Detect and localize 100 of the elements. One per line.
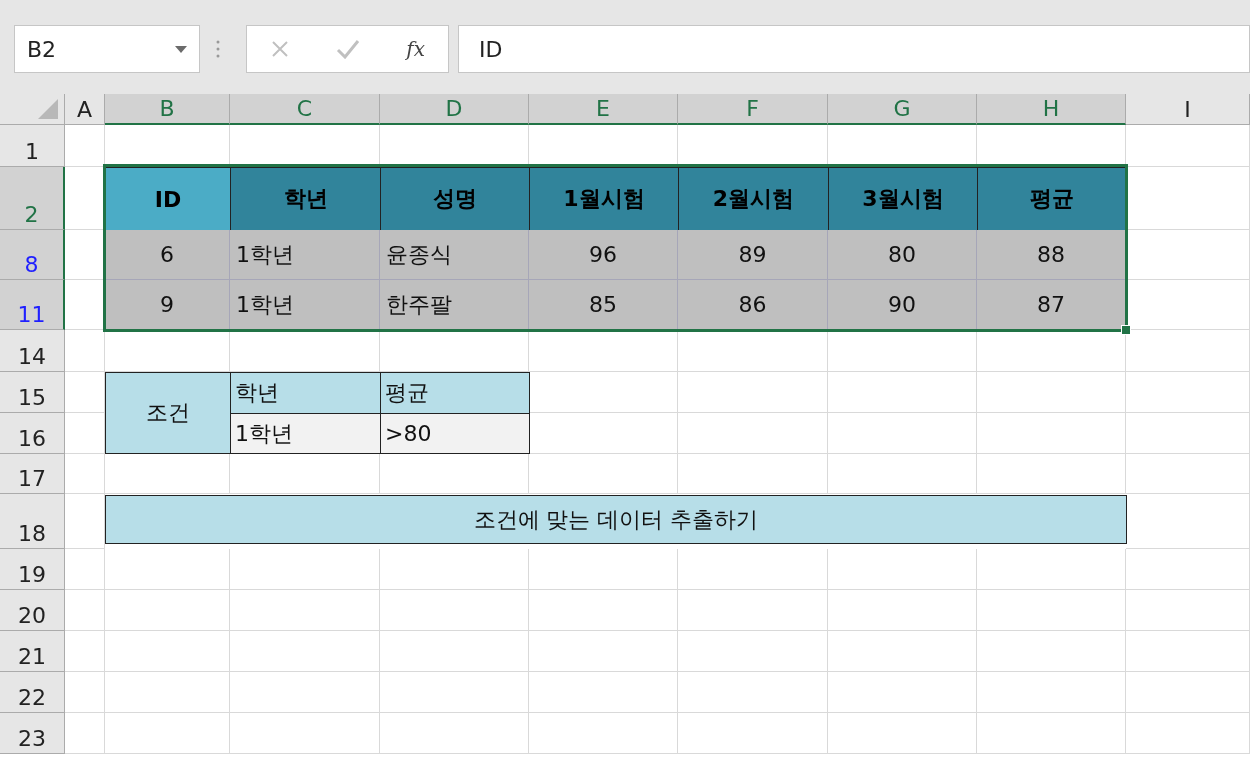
empty-cell[interactable] <box>977 590 1126 631</box>
empty-cell[interactable] <box>380 590 529 631</box>
grip-icon <box>216 40 220 58</box>
row-header[interactable]: 1 <box>0 125 65 167</box>
extract-button[interactable]: 조건에 맞는 데이터 추출하기 <box>105 495 1127 544</box>
empty-cell[interactable] <box>380 672 529 713</box>
empty-cell[interactable] <box>678 549 828 590</box>
empty-cell[interactable] <box>65 549 105 590</box>
select-all-icon[interactable] <box>38 99 58 119</box>
row-header[interactable]: 14 <box>0 330 65 372</box>
row-header[interactable]: 21 <box>0 631 65 672</box>
empty-cell[interactable] <box>529 631 678 672</box>
empty-cell[interactable] <box>977 372 1126 413</box>
formula-field[interactable]: ID <box>458 25 1250 73</box>
insert-function-button[interactable]: fx <box>406 37 425 61</box>
row-header[interactable]: 20 <box>0 590 65 631</box>
empty-cell[interactable] <box>828 330 977 372</box>
empty-cell[interactable] <box>1126 125 1250 167</box>
empty-cell[interactable] <box>828 672 977 713</box>
empty-cell[interactable] <box>230 549 380 590</box>
table-cell: 6 <box>105 230 230 280</box>
empty-cell[interactable] <box>105 672 230 713</box>
empty-cell[interactable] <box>380 631 529 672</box>
empty-cell[interactable] <box>1126 590 1250 631</box>
empty-cell[interactable] <box>828 631 977 672</box>
empty-cell[interactable] <box>678 590 828 631</box>
empty-cell[interactable] <box>828 454 977 494</box>
empty-cell[interactable] <box>380 713 529 754</box>
empty-cell[interactable] <box>828 590 977 631</box>
empty-cell[interactable] <box>678 631 828 672</box>
empty-cell[interactable] <box>105 549 230 590</box>
column-header[interactable]: D <box>380 94 529 125</box>
empty-cell[interactable] <box>1126 549 1250 590</box>
empty-cell[interactable] <box>230 713 380 754</box>
empty-cell[interactable] <box>1126 713 1250 754</box>
row-header[interactable]: 2 <box>0 167 65 230</box>
empty-cell[interactable] <box>529 590 678 631</box>
empty-cell[interactable] <box>65 590 105 631</box>
empty-cell[interactable] <box>977 713 1126 754</box>
empty-cell[interactable] <box>65 631 105 672</box>
column-header[interactable]: E <box>529 94 678 125</box>
empty-cell[interactable] <box>105 631 230 672</box>
empty-cell[interactable] <box>977 672 1126 713</box>
empty-cell[interactable] <box>529 454 678 494</box>
row-header[interactable]: 11 <box>0 280 65 330</box>
row-header[interactable]: 17 <box>0 454 65 494</box>
check-icon[interactable] <box>336 39 361 59</box>
empty-cell[interactable] <box>230 672 380 713</box>
empty-cell[interactable] <box>529 330 678 372</box>
empty-cell[interactable] <box>230 590 380 631</box>
empty-cell[interactable] <box>1126 631 1250 672</box>
empty-cell[interactable] <box>105 713 230 754</box>
empty-cell[interactable] <box>678 372 828 413</box>
column-header[interactable]: B <box>105 94 230 125</box>
empty-cell[interactable] <box>65 330 105 372</box>
empty-cell[interactable] <box>230 631 380 672</box>
empty-cell[interactable] <box>828 413 977 454</box>
empty-cell[interactable] <box>380 549 529 590</box>
empty-cell[interactable] <box>105 590 230 631</box>
row-header[interactable]: 19 <box>0 549 65 590</box>
cancel-icon[interactable] <box>270 39 291 59</box>
empty-cell[interactable] <box>828 713 977 754</box>
empty-cell[interactable] <box>678 330 828 372</box>
empty-cell[interactable] <box>678 672 828 713</box>
empty-cell[interactable] <box>1126 672 1250 713</box>
empty-cell[interactable] <box>65 713 105 754</box>
criteria-label: 조건 <box>105 372 231 454</box>
column-header[interactable]: F <box>678 94 828 125</box>
column-header[interactable]: G <box>828 94 977 125</box>
caret-icon <box>175 45 187 53</box>
header-cell: ID <box>105 167 231 231</box>
empty-cell[interactable] <box>1126 454 1250 494</box>
empty-cell[interactable] <box>65 672 105 713</box>
empty-cell[interactable] <box>977 631 1126 672</box>
empty-cell[interactable] <box>678 454 828 494</box>
row-header[interactable]: 22 <box>0 672 65 713</box>
row-header[interactable]: 23 <box>0 713 65 754</box>
name-box[interactable]: B2 <box>14 25 200 73</box>
empty-cell[interactable] <box>828 372 977 413</box>
empty-cell[interactable] <box>828 549 977 590</box>
empty-cell[interactable] <box>1126 413 1250 454</box>
empty-cell[interactable] <box>977 413 1126 454</box>
empty-cell[interactable] <box>529 672 678 713</box>
row-header[interactable]: 8 <box>0 230 65 280</box>
column-header[interactable]: H <box>977 94 1126 125</box>
criteria-header-cell: 평균 <box>380 372 530 414</box>
row-header[interactable]: 18 <box>0 494 65 549</box>
column-header[interactable]: C <box>230 94 380 125</box>
empty-cell[interactable] <box>977 549 1126 590</box>
empty-cell[interactable] <box>977 454 1126 494</box>
fill-handle[interactable] <box>1121 325 1131 335</box>
row-header[interactable]: 16 <box>0 413 65 454</box>
row-header[interactable]: 15 <box>0 372 65 413</box>
empty-cell[interactable] <box>678 713 828 754</box>
empty-cell[interactable] <box>1126 372 1250 413</box>
empty-cell[interactable] <box>678 413 828 454</box>
empty-cell[interactable] <box>529 549 678 590</box>
empty-cell[interactable] <box>529 713 678 754</box>
column-header[interactable]: A <box>65 94 105 125</box>
column-header[interactable]: I <box>1126 94 1250 125</box>
